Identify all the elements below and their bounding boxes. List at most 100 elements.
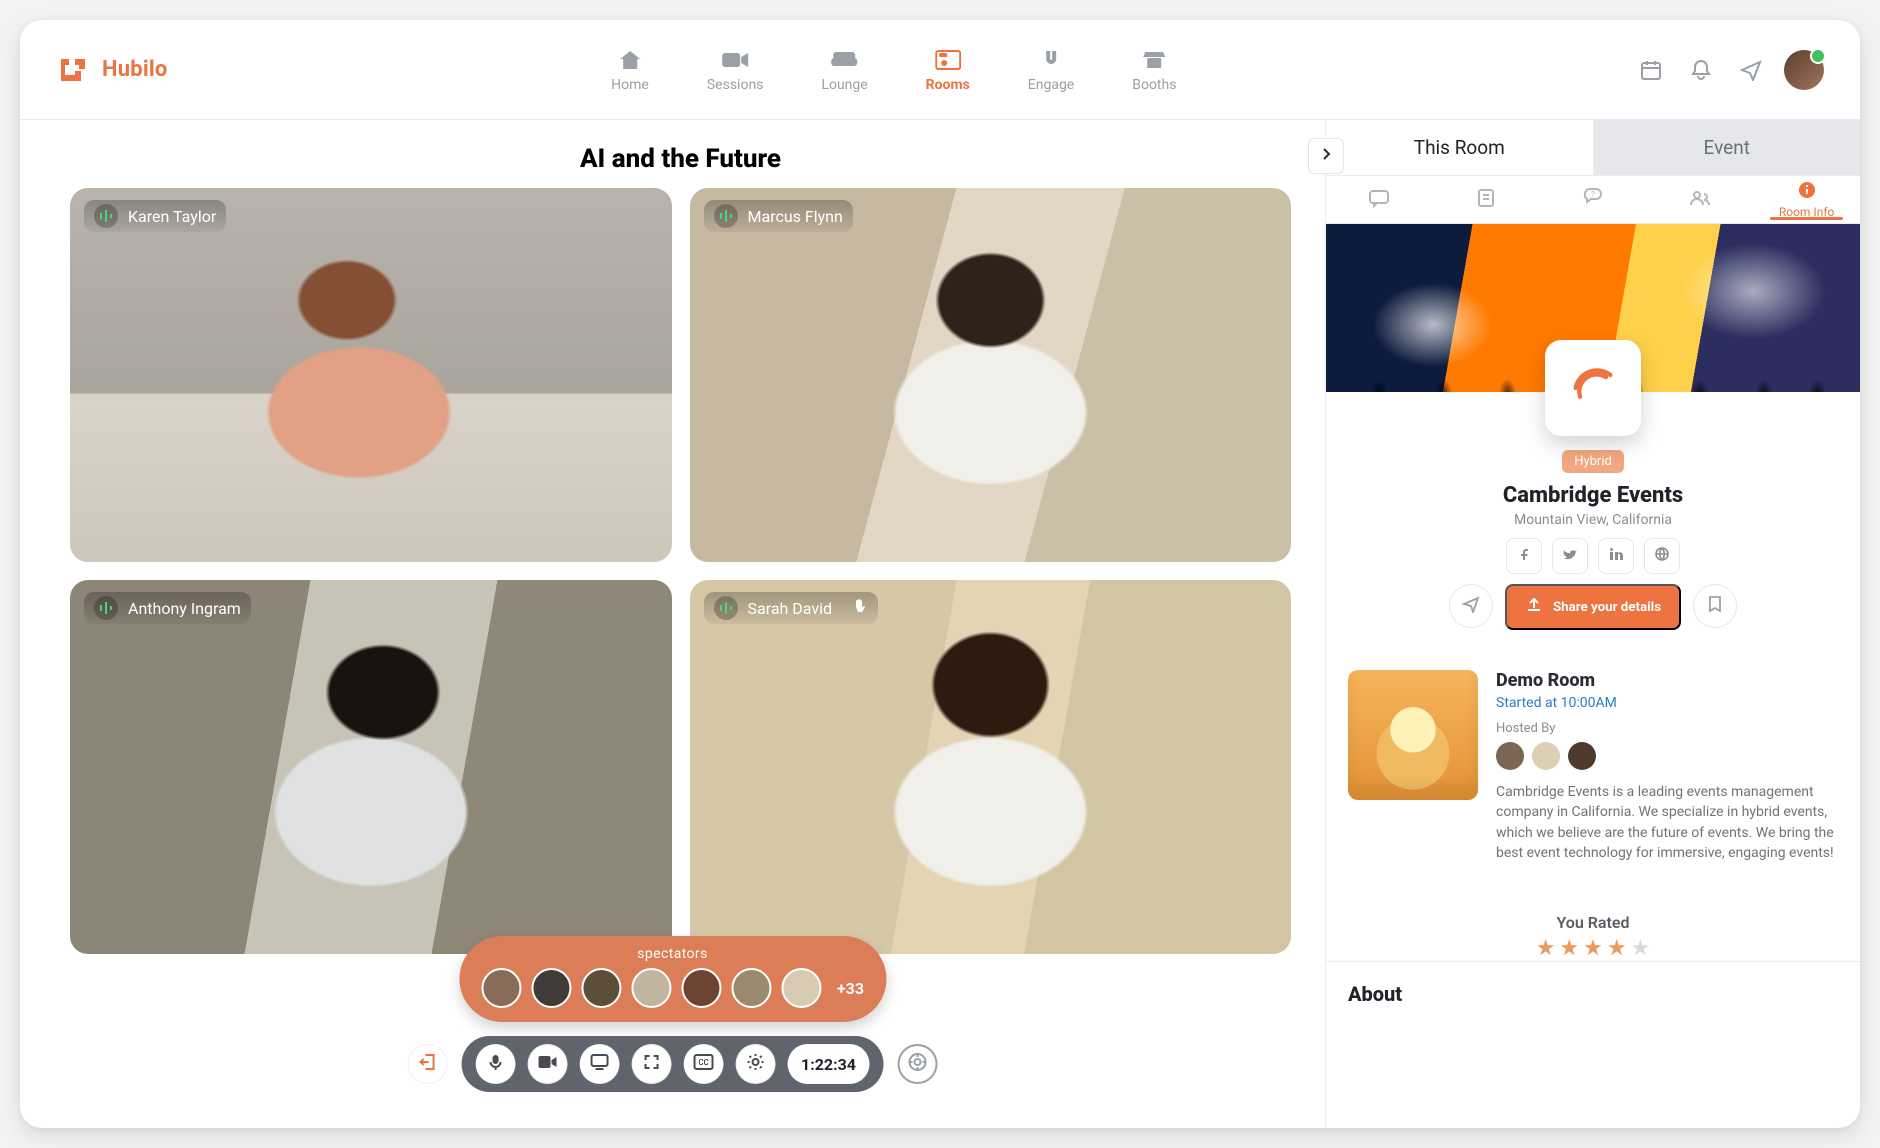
subtab-chat[interactable] (1326, 188, 1433, 212)
facebook-icon (1516, 546, 1532, 566)
help-button[interactable] (898, 1044, 938, 1084)
send-icon (1740, 59, 1762, 85)
svg-text:CC: CC (698, 1058, 708, 1067)
nav-label: Booths (1132, 77, 1176, 93)
nav-label: Sessions (707, 77, 764, 93)
cta-label: Share your details (1553, 600, 1661, 615)
share-button[interactable] (1449, 584, 1493, 628)
audio-bars-icon (714, 204, 738, 228)
nav-home[interactable]: Home (605, 43, 655, 97)
booth-icon (1140, 49, 1168, 71)
present-button[interactable] (579, 1044, 619, 1084)
subtab-info[interactable]: Room Info (1753, 181, 1860, 219)
video-tile[interactable]: Marcus Flynn (690, 188, 1292, 562)
room-title: Demo Room (1496, 670, 1838, 691)
audio-bars-icon (714, 596, 738, 620)
collapse-panel-button[interactable] (1308, 138, 1344, 174)
star-icon: ★ (1607, 936, 1627, 961)
gear-icon (746, 1053, 764, 1075)
social-website[interactable] (1644, 538, 1680, 574)
participant-name: Sarah David (748, 599, 833, 618)
control-dock: CC 1:22:34 (407, 1036, 938, 1092)
cover-image (1326, 224, 1860, 392)
app-card: Hubilo Home Sessions Lounge Rooms (20, 20, 1860, 1128)
cc-button[interactable]: CC (683, 1044, 723, 1084)
room-description: Cambridge Events is a leading events man… (1496, 782, 1838, 863)
social-linkedin[interactable] (1598, 538, 1634, 574)
svg-text:?: ? (1591, 190, 1595, 199)
nav-label: Home (611, 77, 649, 93)
participant-name-pill: Marcus Flynn (704, 200, 853, 232)
hosts-row (1496, 742, 1838, 770)
bookmark-button[interactable] (1693, 584, 1737, 628)
linkedin-icon (1608, 546, 1624, 566)
expand-icon (642, 1053, 660, 1075)
subtab-notes[interactable] (1433, 188, 1540, 212)
host-avatar (1532, 742, 1560, 770)
org-name: Cambridge Events (1348, 483, 1838, 508)
globe-icon (1654, 546, 1670, 566)
star-icon: ★ (1536, 936, 1556, 961)
fullscreen-button[interactable] (631, 1044, 671, 1084)
rated-label: You Rated (1326, 913, 1860, 932)
star-icon: ★ (1559, 936, 1579, 961)
nav-booths[interactable]: Booths (1126, 43, 1182, 97)
bell-icon (1690, 59, 1712, 85)
user-avatar[interactable] (1784, 50, 1824, 90)
mic-button[interactable] (475, 1044, 515, 1084)
nav-rooms[interactable]: Rooms (920, 43, 976, 97)
spectators-pill[interactable]: spectators +33 (459, 936, 886, 1022)
spectator-overflow: +33 (837, 979, 864, 998)
calendar-icon (1640, 59, 1662, 85)
upload-icon (1525, 596, 1543, 618)
cc-icon: CC (693, 1054, 713, 1074)
tab-this-room[interactable]: This Room (1326, 120, 1593, 176)
share-details-button[interactable]: Share your details (1505, 584, 1681, 630)
tab-event[interactable]: Event (1593, 120, 1861, 176)
camera-button[interactable] (527, 1044, 567, 1084)
video-tile[interactable]: Anthony Ingram (70, 580, 672, 954)
participant-name-pill: Karen Taylor (84, 200, 226, 232)
room-info: Demo Room Started at 10:00AM Hosted By C… (1496, 670, 1838, 863)
nav-label: Engage (1028, 77, 1074, 93)
subtab-people[interactable] (1646, 189, 1753, 211)
brand: Hubilo (56, 53, 168, 87)
agenda-button[interactable] (1634, 58, 1658, 82)
side-panel: This Room Event ? Room Info (1325, 120, 1860, 1128)
spectator-avatar (781, 968, 821, 1008)
nav-lounge[interactable]: Lounge (815, 43, 873, 97)
nav-label: Lounge (821, 77, 867, 93)
video-grid: Karen Taylor Marcus Flynn Anthony Ingram (70, 188, 1291, 954)
org-logo (1545, 340, 1641, 436)
top-actions (1634, 50, 1824, 90)
leave-icon (417, 1052, 437, 1076)
org-socials (1348, 538, 1838, 574)
notifications-button[interactable] (1684, 58, 1708, 82)
video-tile[interactable]: Sarah David (690, 580, 1292, 954)
leave-button[interactable] (407, 1044, 447, 1084)
rating-stars[interactable]: ★ ★ ★ ★ ★ (1326, 936, 1860, 961)
nav-engage[interactable]: Engage (1022, 43, 1080, 97)
about-heading: About (1326, 961, 1860, 1030)
nav-sessions[interactable]: Sessions (701, 43, 770, 97)
qa-icon: ? (1582, 188, 1604, 212)
spectator-avatar (581, 968, 621, 1008)
primary-nav: Home Sessions Lounge Rooms Engage (605, 43, 1182, 97)
spectator-avatars: +33 (481, 968, 864, 1008)
notes-icon (1476, 188, 1496, 212)
people-icon (1689, 189, 1711, 211)
social-facebook[interactable] (1506, 538, 1542, 574)
subtab-qa[interactable]: ? (1540, 188, 1647, 212)
settings-button[interactable] (735, 1044, 775, 1084)
home-icon (616, 49, 644, 71)
event-type-badge: Hybrid (1562, 450, 1624, 473)
host-avatar (1568, 742, 1596, 770)
panel-subtabs: ? Room Info (1326, 176, 1860, 224)
top-bar: Hubilo Home Sessions Lounge Rooms (20, 20, 1860, 120)
magnet-icon (1037, 49, 1065, 71)
audio-bars-icon (94, 596, 118, 620)
subtab-label: Room Info (1779, 205, 1835, 219)
send-button[interactable] (1734, 58, 1758, 82)
video-tile[interactable]: Karen Taylor (70, 188, 672, 562)
social-twitter[interactable] (1552, 538, 1588, 574)
